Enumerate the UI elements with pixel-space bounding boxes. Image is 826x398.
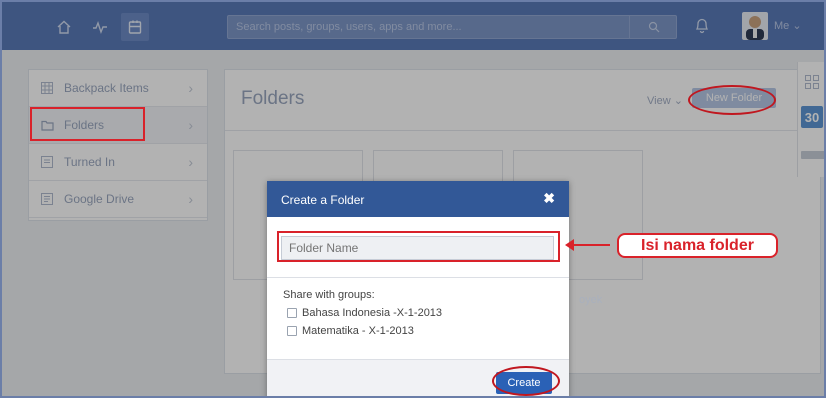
annotation-highlight-name-field [277,231,560,262]
annotation-highlight-folders [30,107,145,141]
group-checkbox[interactable] [287,326,297,336]
annotation-arrow [572,244,610,246]
group-option[interactable]: Bahasa Indonesia -X-1-2013 [287,307,442,319]
dialog-header: Create a Folder ✖ [267,181,569,217]
share-with-groups-label: Share with groups: [283,289,375,301]
annotation-circle-new-folder [688,85,776,115]
group-label: Bahasa Indonesia -X-1-2013 [302,307,443,319]
group-checkbox[interactable] [287,308,297,318]
divider [267,277,569,278]
annotation-callout: Isi nama folder [617,233,778,258]
folder-card-label: oyek [579,294,603,306]
group-label: Matematika - X-1-2013 [302,325,414,337]
close-icon[interactable]: ✖ [543,190,555,207]
annotation-circle-create [492,366,560,396]
app-window: Search posts, groups, users, apps and mo… [0,0,826,398]
group-option[interactable]: Matematika - X-1-2013 [287,325,414,337]
dialog-title: Create a Folder [281,193,365,207]
annotation-arrow-head [565,239,574,251]
